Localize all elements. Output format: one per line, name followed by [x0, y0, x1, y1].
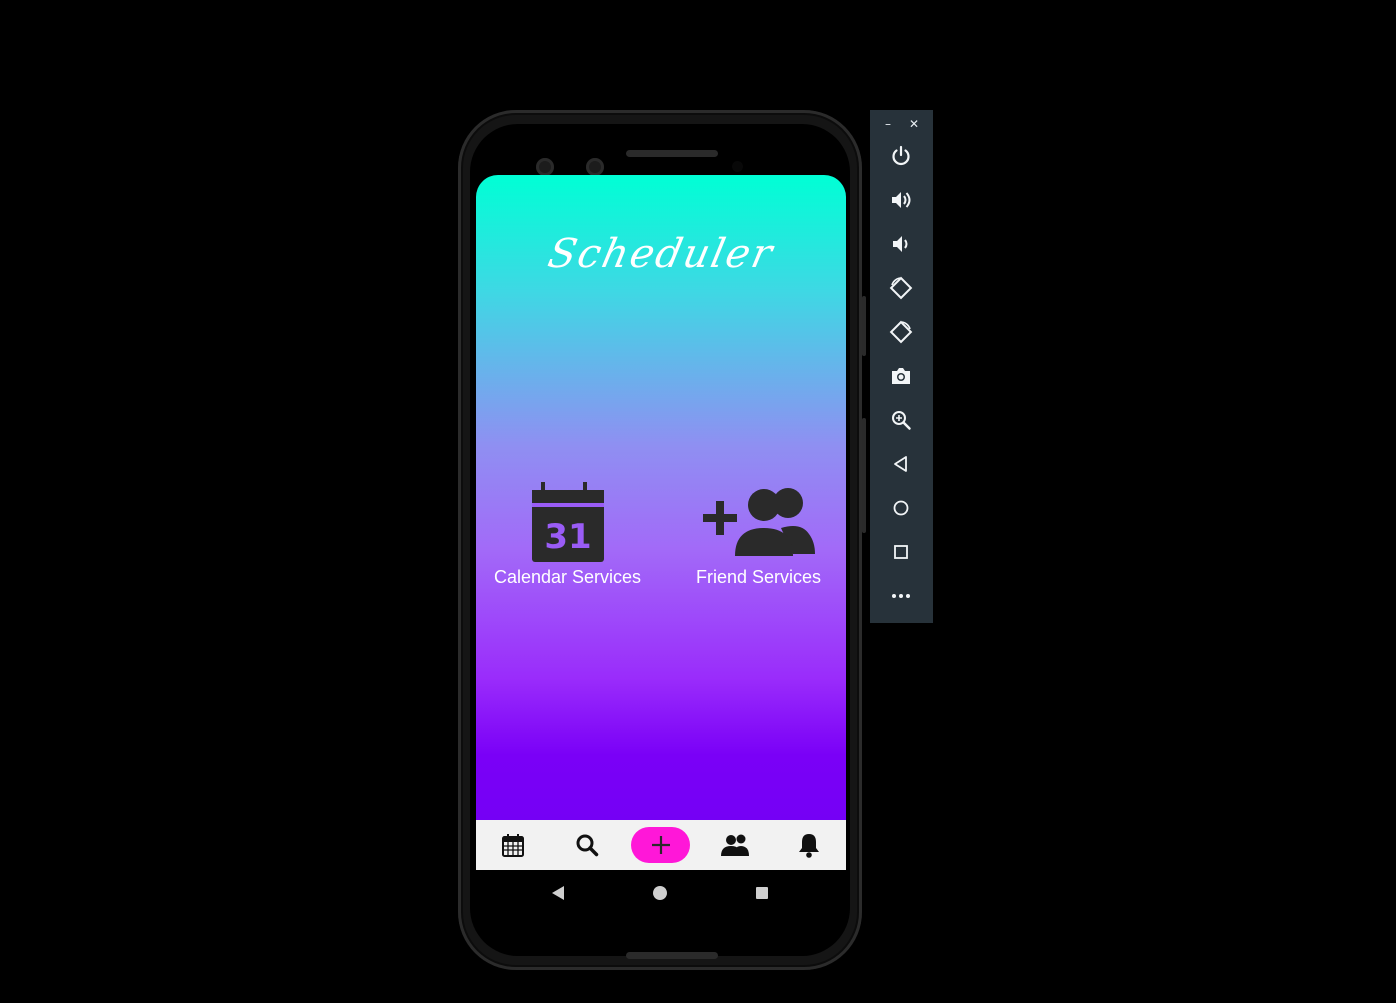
recents-square-icon	[756, 887, 768, 899]
app-title: Scheduler	[544, 231, 778, 277]
calendar-icon	[502, 834, 524, 857]
add-friends-icon	[702, 488, 815, 556]
rotate-right-icon	[889, 320, 913, 344]
friends-icon	[721, 834, 749, 856]
more-button[interactable]	[885, 580, 917, 612]
front-camera	[536, 158, 554, 176]
close-button[interactable]: ✕	[904, 114, 924, 134]
bottom-speaker	[626, 952, 718, 959]
friend-services-button[interactable]: Friend Services	[671, 480, 846, 590]
nav-notifications-button[interactable]	[784, 820, 834, 870]
system-home-button[interactable]	[647, 880, 673, 906]
nav-add-button[interactable]	[631, 827, 690, 863]
back-icon	[894, 456, 907, 472]
toolbar-window-controls: – ✕	[870, 114, 933, 134]
proximity-sensor	[732, 161, 743, 172]
power-button[interactable]	[885, 140, 917, 172]
home-circle-icon	[653, 886, 667, 900]
screenshot-button[interactable]	[885, 360, 917, 392]
calendar-day-number: 31	[544, 517, 591, 557]
overview-icon	[894, 545, 908, 559]
home-screen: Scheduler 31 Calendar Services Friend Se…	[476, 175, 846, 820]
back-triangle-icon	[552, 886, 564, 900]
friend-services-label: Friend Services	[695, 567, 822, 587]
bell-icon	[799, 834, 819, 858]
back-button[interactable]	[885, 448, 917, 480]
plus-icon	[651, 836, 670, 854]
phone-volume-button	[862, 418, 866, 533]
front-camera	[586, 158, 604, 176]
minimize-button[interactable]: –	[878, 114, 898, 134]
volume-up-icon	[892, 192, 911, 208]
camera-icon	[892, 368, 910, 384]
zoom-button[interactable]	[885, 404, 917, 436]
search-icon	[576, 834, 599, 857]
nav-friends-button[interactable]	[710, 820, 760, 870]
nav-calendar-button[interactable]	[488, 820, 538, 870]
system-navigation-bar	[476, 870, 846, 915]
system-recents-button[interactable]	[749, 880, 775, 906]
rotate-right-button[interactable]	[885, 316, 917, 348]
home-button[interactable]	[885, 492, 917, 524]
calendar-services-button[interactable]: 31 Calendar Services	[480, 480, 655, 590]
calendar-services-label: Calendar Services	[493, 567, 642, 587]
bottom-navigation-bar	[476, 820, 846, 870]
more-icon	[892, 594, 910, 598]
volume-down-icon	[893, 236, 908, 252]
zoom-icon	[892, 411, 911, 430]
home-icon	[893, 500, 909, 516]
nav-search-button[interactable]	[562, 820, 612, 870]
overview-button[interactable]	[885, 536, 917, 568]
system-back-button[interactable]	[545, 880, 571, 906]
rotate-left-icon	[889, 276, 913, 300]
calendar-31-icon: 31	[531, 482, 604, 562]
earpiece-speaker	[626, 150, 718, 157]
phone-screen: Scheduler 31 Calendar Services Friend Se…	[476, 175, 846, 915]
volume-down-button[interactable]	[885, 228, 917, 260]
phone-power-button	[862, 296, 866, 356]
rotate-left-button[interactable]	[885, 272, 917, 304]
volume-up-button[interactable]	[885, 184, 917, 216]
emulator-toolbar: – ✕	[870, 110, 933, 623]
power-icon	[892, 145, 910, 166]
emulator-stage: Scheduler 31 Calendar Services Friend Se…	[0, 0, 1396, 1003]
